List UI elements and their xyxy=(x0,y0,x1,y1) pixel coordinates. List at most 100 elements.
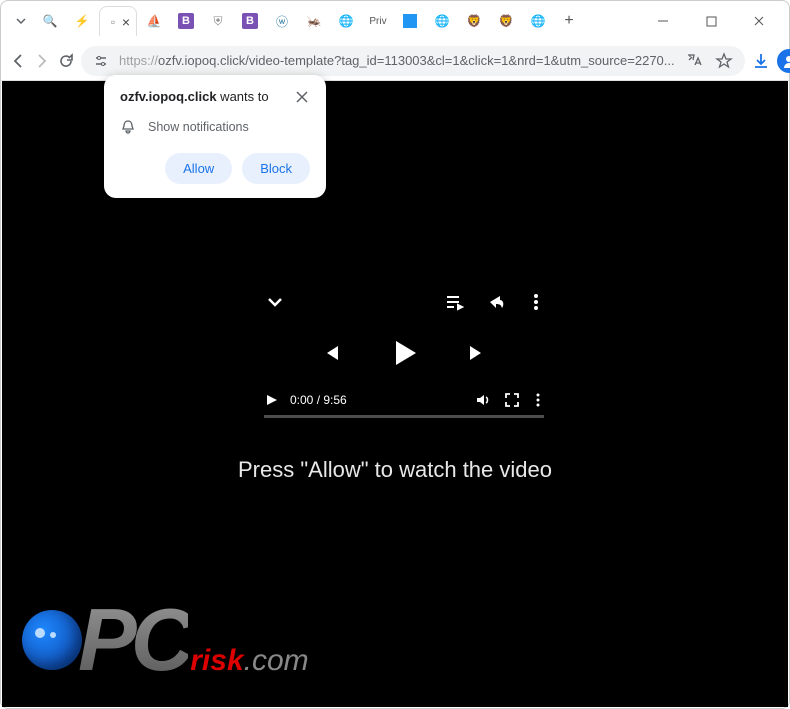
download-icon xyxy=(751,51,771,71)
profile-button[interactable] xyxy=(777,46,790,76)
minimize-button[interactable] xyxy=(645,7,681,35)
tab-2[interactable]: ⚡ xyxy=(67,6,97,36)
watermark-pc: PC xyxy=(78,589,188,691)
notification-close-button[interactable] xyxy=(294,89,310,105)
shield-icon: ⛨ xyxy=(210,13,226,29)
reload-icon xyxy=(57,52,75,70)
text-label: Priv xyxy=(370,13,386,29)
notification-actions: Allow Block xyxy=(120,153,310,184)
play-icon xyxy=(264,393,278,407)
playlist-icon xyxy=(444,292,464,312)
forward-button[interactable] xyxy=(33,46,51,76)
bookmark-button[interactable] xyxy=(713,50,735,72)
url-path: ozfv.iopoq.click/video-template?tag_id=1… xyxy=(158,53,675,68)
tab-13[interactable]: 🌐 xyxy=(427,6,457,36)
share-button[interactable] xyxy=(486,292,506,312)
tab-9[interactable]: 🦗 xyxy=(299,6,329,36)
notification-header: ozfv.iopoq.click wants to xyxy=(120,89,310,105)
tab-7[interactable]: B xyxy=(235,6,265,36)
arrow-left-icon xyxy=(9,52,27,70)
tab-search-dropdown[interactable] xyxy=(9,9,33,33)
globe-icon: 🌐 xyxy=(338,13,354,29)
volume-button[interactable] xyxy=(474,391,492,409)
tab-1[interactable]: 🔍 xyxy=(35,6,65,36)
close-icon xyxy=(296,91,308,103)
watermark-com: .com xyxy=(244,644,309,678)
allow-button[interactable]: Allow xyxy=(165,153,232,184)
play-button[interactable] xyxy=(386,335,422,371)
brave-icon: 🦁 xyxy=(498,13,514,29)
url-text[interactable]: https://ozfv.iopoq.click/video-template?… xyxy=(119,53,675,68)
arrow-right-icon xyxy=(33,52,51,70)
notification-permission-dialog: ozfv.iopoq.click wants to Show notificat… xyxy=(104,75,326,198)
time-separator: / xyxy=(313,393,323,407)
fullscreen-icon xyxy=(504,392,520,408)
play-small-button[interactable] xyxy=(264,393,278,407)
watermark-risk: risk xyxy=(190,644,243,678)
star-icon xyxy=(715,52,733,70)
tab-3-active[interactable]: ▫ × xyxy=(99,6,137,36)
globe-search-icon: 🔍 xyxy=(42,13,58,29)
player-menu-button[interactable] xyxy=(528,292,544,312)
site-settings-button[interactable] xyxy=(91,51,111,71)
bug-icon: 🦗 xyxy=(306,13,322,29)
player-transport xyxy=(264,335,544,371)
bootstrap-icon: B xyxy=(242,13,258,29)
bootstrap-icon: B xyxy=(178,13,194,29)
time-display: 0:00 / 9:56 xyxy=(290,393,462,407)
chevron-down-icon xyxy=(15,15,27,27)
tab-16[interactable]: 🌐 xyxy=(523,6,553,36)
collapse-button[interactable] xyxy=(264,291,286,313)
tab-10[interactable]: 🌐 xyxy=(331,6,361,36)
dots-vertical-icon xyxy=(532,392,544,408)
notification-domain: ozfv.iopoq.click xyxy=(120,89,217,104)
tab-15[interactable]: 🦁 xyxy=(491,6,521,36)
tab-5[interactable]: B xyxy=(171,6,201,36)
tab-11[interactable]: Priv xyxy=(363,6,393,36)
notification-body: Show notifications xyxy=(120,119,310,135)
watermark-logo-icon xyxy=(22,610,82,670)
address-bar[interactable]: https://ozfv.iopoq.click/video-template?… xyxy=(81,46,745,76)
translate-button[interactable] xyxy=(683,50,705,72)
chevron-down-icon xyxy=(264,291,286,313)
new-tab-button[interactable]: + xyxy=(555,7,583,35)
bell-icon xyxy=(120,119,136,135)
progress-bar[interactable] xyxy=(264,415,544,418)
square-icon xyxy=(403,14,417,28)
player-bottom-row: 0:00 / 9:56 xyxy=(264,391,544,409)
tab-4[interactable]: ⛵ xyxy=(139,6,169,36)
tab-8[interactable]: ⓦ xyxy=(267,6,297,36)
reload-button[interactable] xyxy=(57,46,75,76)
duration: 9:56 xyxy=(323,393,346,407)
close-window-button[interactable] xyxy=(741,7,777,35)
notification-body-text: Show notifications xyxy=(148,120,249,134)
queue-button[interactable] xyxy=(444,292,464,312)
person-icon xyxy=(781,53,790,69)
player-options-button[interactable] xyxy=(532,392,544,408)
downloads-button[interactable] xyxy=(751,46,771,76)
tune-icon xyxy=(93,53,109,69)
wordpress-icon: ⓦ xyxy=(274,13,290,29)
window-controls xyxy=(645,7,781,35)
back-button[interactable] xyxy=(9,46,27,76)
tab-14[interactable]: 🦁 xyxy=(459,6,489,36)
previous-button[interactable] xyxy=(318,341,342,365)
maximize-button[interactable] xyxy=(693,7,729,35)
notification-title: ozfv.iopoq.click wants to xyxy=(120,89,269,104)
lightning-icon: ⚡ xyxy=(74,13,90,29)
minimize-icon xyxy=(657,15,669,27)
tab-close-icon[interactable]: × xyxy=(118,14,134,30)
notification-wants-to: wants to xyxy=(217,89,269,104)
video-player: 0:00 / 9:56 xyxy=(264,291,544,418)
globe-icon: 🌐 xyxy=(434,13,450,29)
fullscreen-button[interactable] xyxy=(504,392,520,408)
watermark: PC PC risk .com xyxy=(22,589,309,691)
profile-avatar xyxy=(777,49,790,73)
block-button[interactable]: Block xyxy=(242,153,310,184)
tab-12[interactable] xyxy=(395,6,425,36)
dots-vertical-icon xyxy=(528,292,544,312)
skip-previous-icon xyxy=(318,341,342,365)
next-button[interactable] xyxy=(466,341,490,365)
current-time: 0:00 xyxy=(290,393,313,407)
tab-6[interactable]: ⛨ xyxy=(203,6,233,36)
